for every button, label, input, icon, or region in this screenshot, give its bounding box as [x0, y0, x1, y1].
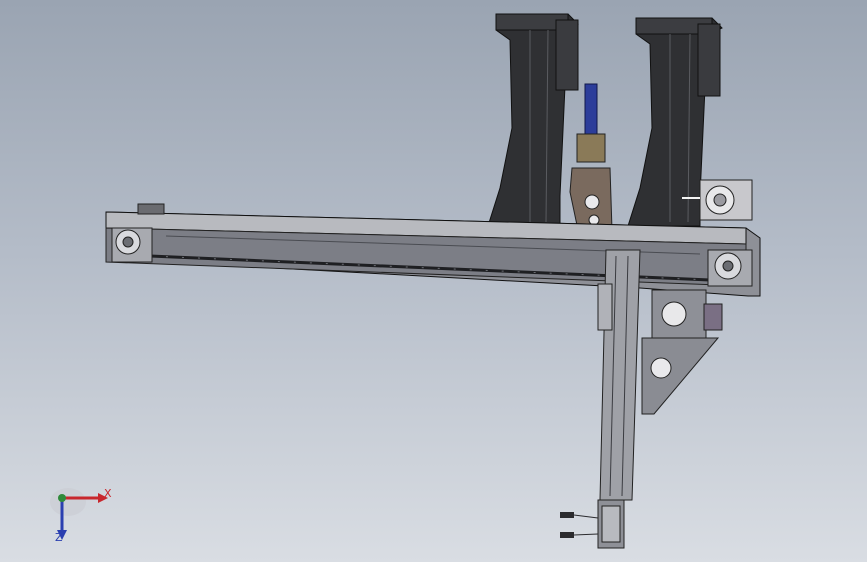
right-pulley[interactable] [707, 249, 753, 287]
carriage-motor[interactable] [651, 289, 723, 339]
y-axis-dot [58, 494, 66, 502]
gripper-bracket[interactable] [569, 167, 613, 231]
coordinate-triad: X Z [46, 482, 116, 546]
vertical-slide[interactable] [597, 249, 641, 501]
z-axis-label: Z [55, 531, 63, 544]
bottom-motor[interactable] [597, 499, 625, 549]
blue-cylinder[interactable] [576, 83, 606, 163]
triangular-gusset [641, 337, 720, 415]
left-tower[interactable] [487, 13, 579, 227]
x-axis-label: X [104, 487, 112, 500]
left-pulley[interactable] [111, 227, 153, 263]
cable-connectors [560, 512, 599, 538]
cad-viewport[interactable]: X Z [0, 0, 867, 562]
robot-arm-model[interactable] [0, 0, 867, 562]
